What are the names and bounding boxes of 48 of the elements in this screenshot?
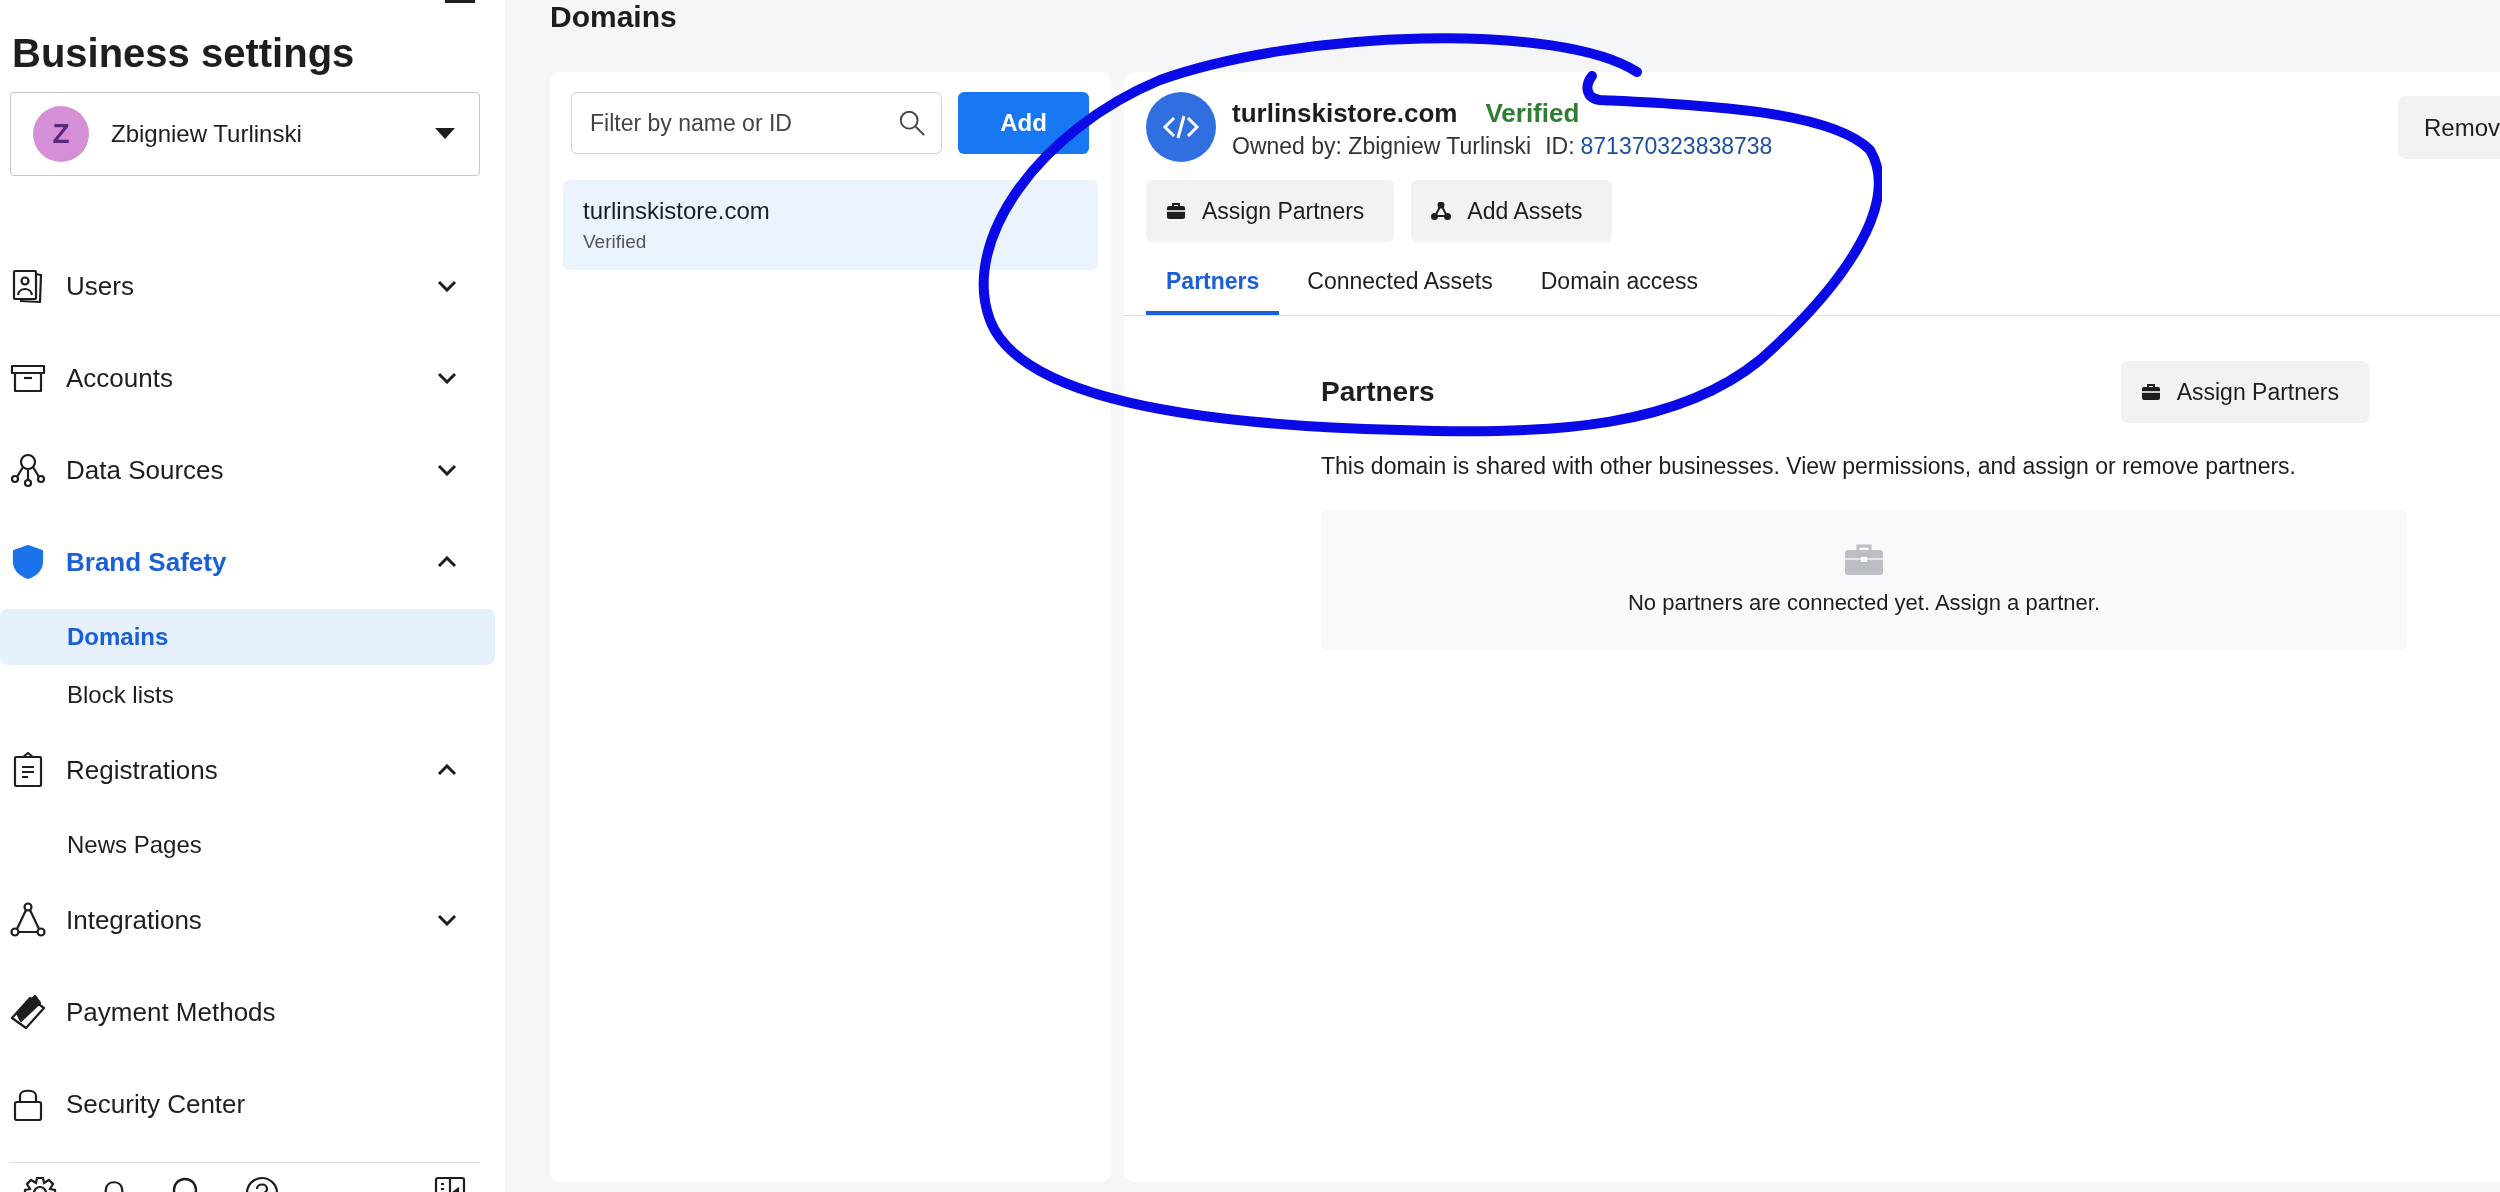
- section-heading: Domains: [550, 0, 678, 35]
- integrations-icon: [10, 902, 46, 938]
- assign-partners-button[interactable]: Assign Partners: [2120, 361, 2369, 423]
- nav-item[interactable]: Brand Safety: [10, 516, 505, 608]
- id-label: ID:: [1545, 133, 1575, 160]
- search-field[interactable]: Filter by name or ID: [571, 92, 942, 154]
- verified-status: Verified: [1485, 98, 1580, 129]
- add-button[interactable]: Add: [958, 92, 1089, 154]
- page-title: Business settings: [12, 30, 356, 77]
- nav-item[interactable]: Users: [10, 240, 505, 332]
- briefcase-icon: [1166, 202, 1186, 220]
- domain-title: turlinskistore.com: [1232, 98, 1458, 129]
- nav-item[interactable]: Accounts: [10, 332, 505, 424]
- action-button[interactable]: Assign Partners: [1146, 180, 1395, 242]
- payment-icon: [10, 994, 46, 1030]
- search-icon: [898, 109, 926, 137]
- nav-item[interactable]: Registrations: [10, 724, 505, 816]
- nav-item[interactable]: Integrations: [10, 874, 505, 966]
- domain-id: 871370323838738: [1580, 133, 1773, 160]
- briefcase-icon: [1844, 544, 1884, 576]
- data-sources-icon: [10, 452, 46, 488]
- domain-list-item[interactable]: turlinskistore.com Verified: [563, 180, 1098, 270]
- shield-icon: [10, 544, 46, 580]
- tab[interactable]: Connected Assets: [1287, 262, 1513, 315]
- briefcase-icon: [2140, 383, 2161, 401]
- tab[interactable]: Domain access: [1520, 262, 1718, 315]
- nav-subitem[interactable]: Block lists: [0, 667, 495, 723]
- account-selector[interactable]: Z Zbigniew Turlinski: [10, 92, 480, 176]
- nav-item[interactable]: Data Sources: [10, 424, 505, 516]
- action-button[interactable]: Add Assets: [1411, 180, 1613, 242]
- partners-heading: Partners: [1321, 376, 1435, 408]
- domain-status: Verified: [583, 231, 648, 253]
- nodes-icon: [1431, 202, 1452, 220]
- nav-item[interactable]: Payment Methods: [10, 966, 505, 1058]
- avatar: Z: [33, 106, 89, 162]
- menu-icon[interactable]: [445, 0, 475, 6]
- account-name: Zbigniew Turlinski: [111, 120, 303, 148]
- nav-subitem[interactable]: News Pages: [0, 817, 495, 873]
- empty-state-text: No partners are connected yet. Assign a partner.: [1627, 590, 2101, 616]
- domain-name: turlinskistore.com: [583, 197, 771, 225]
- nav-item[interactable]: Security Center: [10, 1058, 505, 1150]
- nav-subitem[interactable]: Domains: [0, 609, 495, 665]
- tab[interactable]: Partners: [1146, 262, 1280, 315]
- owner-text: Owned by: Zbigniew Turlinski: [1232, 133, 1532, 160]
- description-text: This domain is shared with other businesses. View permissions, and assign or remove partners.: [1321, 453, 2297, 480]
- code-icon: [1146, 92, 1216, 162]
- caret-icon: [435, 128, 455, 140]
- remove-button[interactable]: Remov: [2397, 96, 2500, 159]
